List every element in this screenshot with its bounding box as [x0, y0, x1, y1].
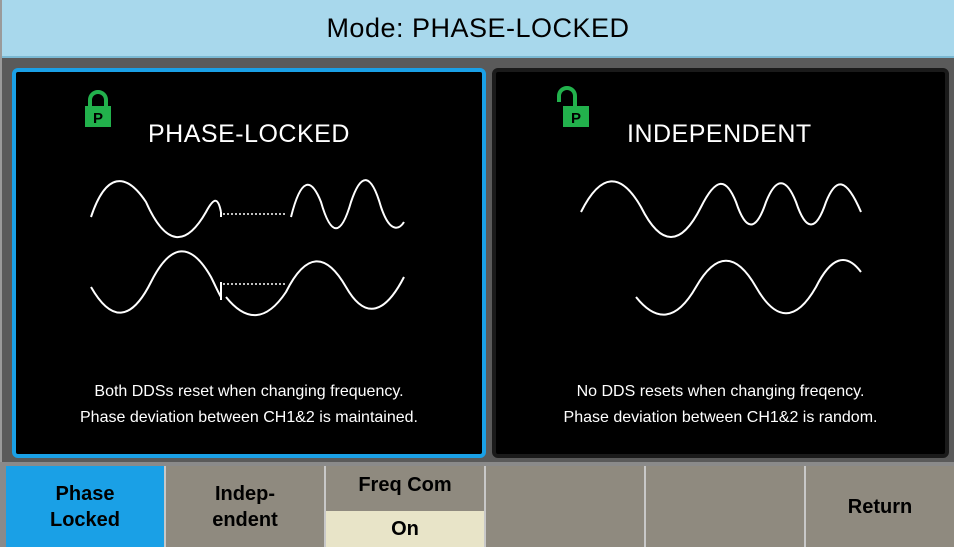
return-softkey[interactable]: Return	[806, 466, 954, 547]
freq-com-softkey[interactable]: Freq Com On	[326, 466, 486, 547]
freq-com-label: Freq Com	[358, 474, 452, 496]
independent-waves-illustration	[580, 180, 862, 316]
independent-title: INDEPENDENT	[627, 120, 812, 148]
phase-locked-softkey-line2: Locked	[49, 508, 121, 531]
phase-locked-title: PHASE-LOCKED	[148, 120, 350, 148]
independent-panel[interactable]: P INDEPENDENT No DDS resets when changin…	[492, 68, 949, 458]
freq-com-value: On	[326, 511, 484, 547]
mode-panel-area: P PHASE-LOCKED Both DDSs reset when chan…	[2, 58, 954, 462]
phase-locked-desc-line2: Phase deviation between CH1&2 is maintai…	[80, 409, 418, 426]
empty-softkey-4[interactable]	[486, 466, 646, 547]
title-bar: Mode: PHASE-LOCKED	[2, 0, 954, 58]
independent-softkey-line1: Indep-	[215, 482, 275, 505]
phase-locked-waves-illustration	[90, 179, 405, 317]
phase-locked-desc-line1: Both DDSs reset when changing frequency.	[94, 383, 404, 400]
phase-locked-softkey-line1: Phase	[55, 482, 115, 505]
independent-softkey-line2: endent	[212, 508, 278, 531]
return-label: Return	[847, 495, 913, 518]
padlock-closed-icon: P	[85, 90, 111, 127]
independent-desc-line1: No DDS resets when changing freqency.	[576, 383, 865, 400]
independent-desc-line2: Phase deviation between CH1&2 is random.	[563, 409, 878, 426]
softkey-bar: Phase Locked Indep- endent Freq Com On R…	[0, 462, 954, 547]
mode-title: Mode: PHASE-LOCKED	[326, 12, 630, 43]
independent-softkey[interactable]: Indep- endent	[166, 466, 326, 547]
svg-text:P: P	[571, 110, 581, 127]
phase-locked-softkey[interactable]: Phase Locked	[6, 466, 166, 547]
empty-softkey-5[interactable]	[646, 466, 806, 547]
phase-locked-panel[interactable]: P PHASE-LOCKED Both DDSs reset when chan…	[12, 68, 486, 458]
padlock-open-icon: P	[557, 86, 589, 127]
svg-text:P: P	[93, 110, 103, 127]
